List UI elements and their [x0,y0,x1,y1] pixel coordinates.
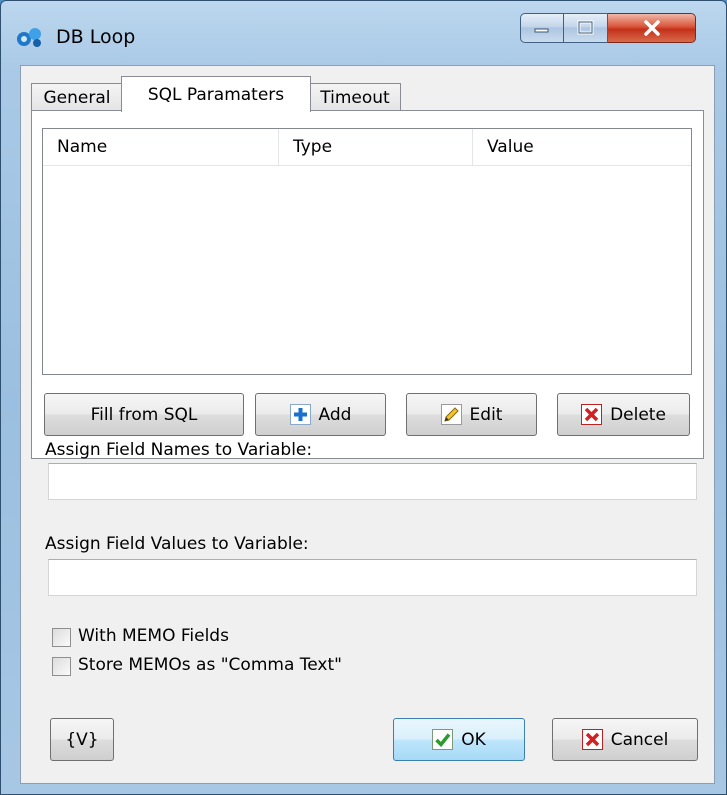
window-title: DB Loop [56,26,136,48]
checkmark-icon [432,729,454,750]
title-bar[interactable]: DB Loop [1,1,727,57]
fill-from-sql-button[interactable]: Fill from SQL [44,393,244,436]
db-loop-app-icon [15,25,45,49]
tab-sql-paramaters[interactable]: SQL Paramaters [121,76,311,112]
store-memos-comma-text-checkbox[interactable] [52,657,71,676]
maximize-icon [577,20,593,35]
delete-x-icon [581,404,603,425]
field-values-input[interactable] [48,559,697,596]
cancel-label: Cancel [610,729,669,750]
field-names-label: Assign Field Names to Variable: [45,440,313,460]
variables-label: {V} [65,729,99,750]
cancel-button[interactable]: Cancel [552,718,698,761]
cancel-x-icon [581,729,603,750]
delete-button[interactable]: Delete [557,393,690,436]
close-button[interactable] [608,13,696,43]
plus-icon [289,404,311,425]
with-memo-fields-checkbox[interactable] [52,628,71,647]
parameters-list-header: Name Type Value [43,129,691,166]
column-header-name[interactable]: Name [43,129,279,165]
close-icon [643,20,660,36]
ok-label: OK [461,729,486,750]
minimize-icon [534,28,549,33]
ok-button[interactable]: OK [393,718,525,761]
tab-general[interactable]: General [31,83,123,111]
field-values-label: Assign Field Values to Variable: [45,534,309,554]
edit-button[interactable]: Edit [406,393,537,436]
maximize-button[interactable] [564,13,608,43]
add-label: Add [318,404,352,425]
variables-button[interactable]: {V} [50,718,114,761]
field-names-input[interactable] [48,463,697,500]
column-header-type[interactable]: Type [279,129,473,165]
add-button[interactable]: Add [255,393,386,436]
tab-timeout[interactable]: Timeout [309,83,401,111]
store-memos-comma-text-label: Store MEMOs as "Comma Text" [78,655,342,675]
minimize-button[interactable] [520,13,564,43]
with-memo-fields-label: With MEMO Fields [78,626,229,646]
pencil-icon [440,404,462,425]
fill-from-sql-label: Fill from SQL [90,404,198,425]
window-controls [520,13,696,47]
edit-label: Edit [469,404,503,425]
column-header-value[interactable]: Value [473,129,691,165]
sql-parameters-tab-panel: Name Type Value Fill from SQL Add Edit D… [31,110,704,459]
parameters-list[interactable]: Name Type Value [42,128,692,375]
dialog-client-area: General SQL Paramaters Timeout Name Type… [20,65,715,784]
delete-label: Delete [610,404,666,425]
db-loop-window: DB Loop General SQL Paramaters Timeout N… [0,0,727,795]
